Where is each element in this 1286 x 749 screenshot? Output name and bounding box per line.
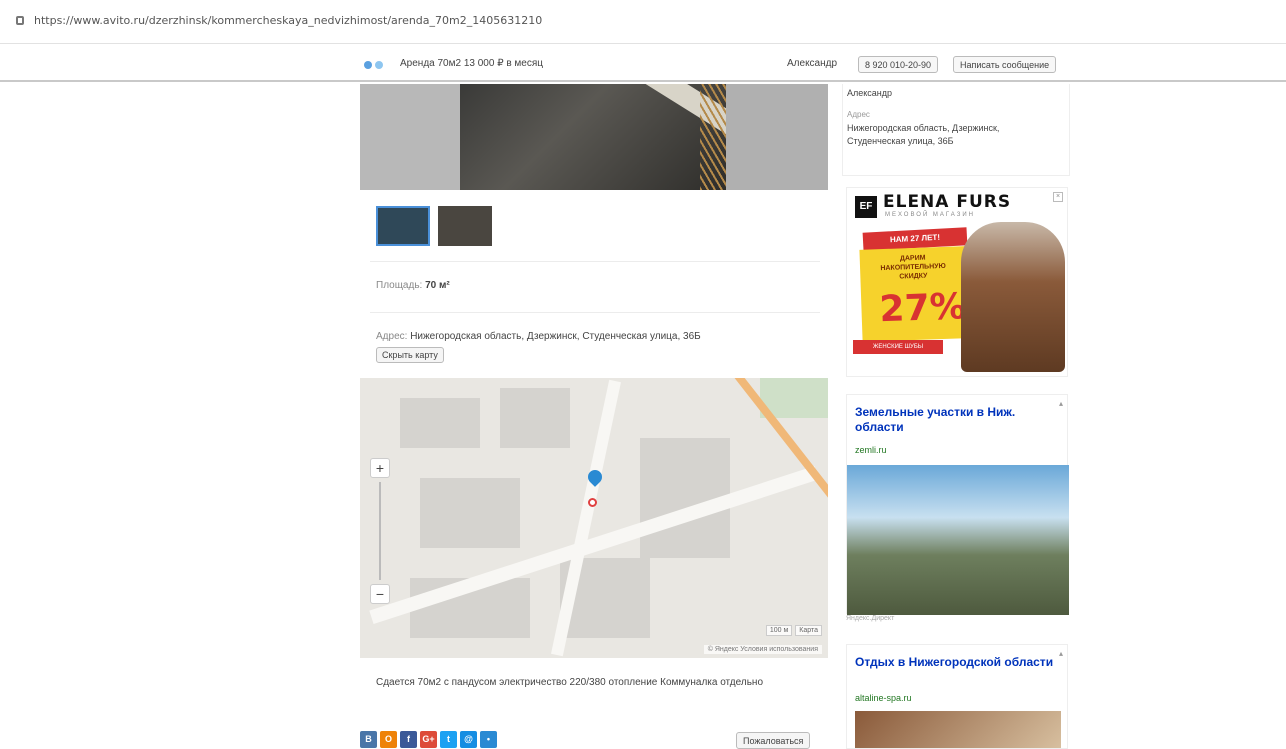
banner-ad-elena-furs[interactable]: EF ELENA FURS МЕХОВОЙ МАГАЗИН НАМ 27 ЛЕТ… <box>846 187 1068 377</box>
map-zoom-slider[interactable] <box>379 482 381 580</box>
livejournal-share-icon[interactable]: • <box>480 731 497 748</box>
brand-logo-icon: EF <box>855 196 877 218</box>
show-phone-button[interactable]: 8 920 010-20-90 <box>858 56 939 73</box>
sidebar: Александр Адрес Нижегородская область, Д… <box>842 84 1070 749</box>
thumbnail-1[interactable] <box>376 206 430 246</box>
seller-address-label: Адрес <box>847 110 870 119</box>
ad-title-link[interactable]: Земельные участки в Ниж. области <box>855 405 1055 435</box>
map-block <box>400 398 480 448</box>
map-type-label[interactable]: Карта <box>795 625 822 636</box>
address-value: Нижегородская область, Дзержинск, Студен… <box>410 331 701 342</box>
ad-options-icon[interactable]: ▴ <box>1059 649 1063 658</box>
map-attribution[interactable]: © Яндекс Условия использования <box>703 645 822 654</box>
seller-name-link[interactable]: Александр <box>787 58 837 69</box>
map-scale: 100 м Карта <box>765 625 822 636</box>
facebook-share-icon[interactable]: f <box>400 731 417 748</box>
map-target-icon <box>588 498 597 507</box>
area-label: Площадь: <box>376 280 423 291</box>
divider <box>370 261 820 262</box>
listing-description: Сдается 70м2 с пандусом электричество 22… <box>376 677 764 688</box>
write-message-button[interactable]: Написать сообщение <box>953 56 1057 73</box>
seller-name[interactable]: Александр <box>847 88 892 98</box>
twitter-share-icon[interactable]: t <box>440 731 457 748</box>
hide-map-button[interactable]: Скрыть карту <box>376 347 444 363</box>
vk-share-icon[interactable]: В <box>360 731 377 748</box>
ok-share-icon[interactable]: О <box>380 731 397 748</box>
complain-button[interactable]: Пожаловаться <box>736 732 811 749</box>
listing-title-price: Аренда 70м2 13 000 ₽ в месяц <box>400 58 544 69</box>
ad-domain[interactable]: altaline-spa.ru <box>855 693 912 703</box>
browser-address-bar[interactable]: https://www.avito.ru/dzerzhinsk/kommerch… <box>0 0 1286 44</box>
map-zoom-out-button[interactable]: − <box>370 584 390 604</box>
share-buttons: В О f G+ t @ • <box>360 731 497 748</box>
map-zoom-in-button[interactable]: + <box>370 458 390 478</box>
seller-card: Александр Адрес Нижегородская область, Д… <box>842 84 1070 176</box>
area-param: Площадь: 70 м² <box>376 280 450 291</box>
ad-domain[interactable]: zemli.ru <box>855 445 887 455</box>
ad-title-link[interactable]: Отдых в Нижегородской области <box>855 655 1055 670</box>
seller-address: Нижегородская область, Дзержинск, Студен… <box>847 123 1000 146</box>
photo-thumbnails <box>376 206 492 246</box>
ad-options-icon[interactable]: ▴ <box>1059 399 1063 408</box>
ad-model-image <box>961 222 1065 372</box>
mail-share-icon[interactable]: @ <box>460 731 477 748</box>
divider <box>370 312 820 313</box>
favorite-icon[interactable] <box>364 61 383 69</box>
map-block <box>500 388 570 448</box>
ad-percent: 27% <box>878 286 967 331</box>
map-scale-label: 100 м <box>765 625 793 636</box>
ad-tagline: МЕХОВОЙ МАГАЗИН <box>885 212 975 218</box>
sticky-listing-header: Аренда 70м2 13 000 ₽ в месяц Александр 8… <box>0 50 1286 82</box>
ad-brand: ELENA FURS <box>883 192 1012 212</box>
listing-main-column: Площадь: 70 м² Адрес: Нижегородская обла… <box>360 84 828 749</box>
area-value: 70 м² <box>425 280 450 291</box>
url-text[interactable]: https://www.avito.ru/dzerzhinsk/kommerch… <box>34 14 542 27</box>
ad-gift-text: ДАРИМ НАКОПИТЕЛЬНУЮ СКИДКУ <box>880 254 946 281</box>
thumbnail-2[interactable] <box>438 206 492 246</box>
main-photo[interactable] <box>360 84 828 190</box>
ad-image[interactable] <box>855 711 1061 748</box>
address-label: Адрес: <box>376 331 408 342</box>
text-ad-rest[interactable]: Отдых в Нижегородской области altaline-s… <box>846 644 1068 749</box>
google-plus-share-icon[interactable]: G+ <box>420 731 437 748</box>
ad-discount-box: ДАРИМ НАКОПИТЕЛЬНУЮ СКИДКУ 27% <box>859 246 969 342</box>
ad-landscape-image[interactable] <box>847 465 1069 615</box>
map-block <box>420 478 520 548</box>
ad-network-label[interactable]: Яндекс.Директ <box>846 615 894 622</box>
ad-bottom-ribbon: ЖЕНСКИЕ ШУБЫ <box>853 340 943 354</box>
lock-icon <box>16 16 24 25</box>
map[interactable]: + − 100 м Карта © Яндекс Условия использ… <box>360 378 828 658</box>
text-ad-land-plots[interactable]: Земельные участки в Ниж. области zemli.r… <box>846 394 1069 615</box>
ad-close-icon[interactable]: × <box>1053 192 1063 202</box>
address-param: Адрес: Нижегородская область, Дзержинск,… <box>376 331 701 342</box>
